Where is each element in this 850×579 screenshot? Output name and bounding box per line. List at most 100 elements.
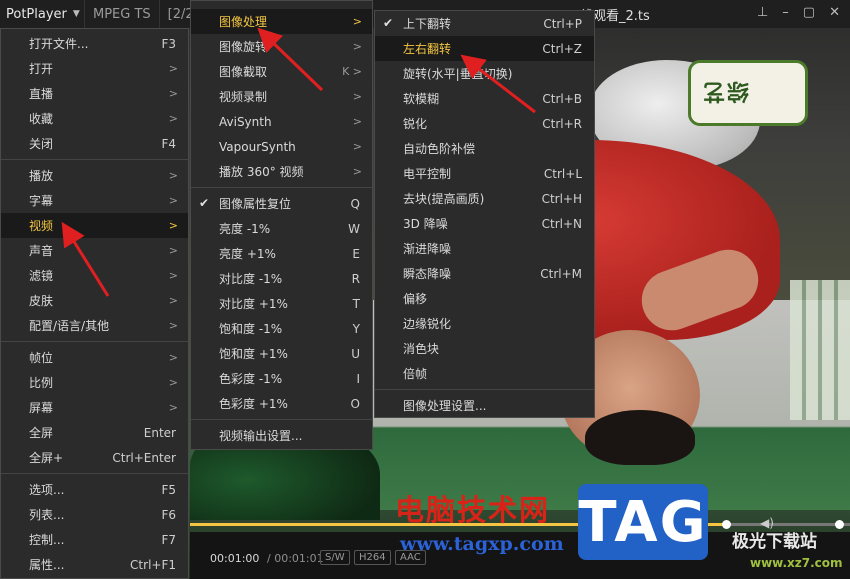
minimize-icon[interactable]: – <box>782 5 789 20</box>
menu-item-shortcut: F7 <box>161 532 176 547</box>
menu-item[interactable]: 选项... F5 <box>1 477 188 502</box>
menu-item[interactable]: 打开文件... F3 <box>1 31 188 56</box>
menu-item[interactable]: 字幕 > <box>1 188 188 213</box>
menu-item[interactable]: 亮度 -1% W <box>191 216 372 241</box>
menu-item[interactable]: 收藏 > <box>1 106 188 131</box>
codec-badge[interactable]: H264 <box>354 550 391 565</box>
menu-item-shortcut: Ctrl+H <box>541 191 582 206</box>
menu-item[interactable]: 对比度 +1% T <box>191 291 372 316</box>
menu-item-shortcut: O <box>350 396 360 411</box>
menu-item[interactable]: 旋转(水平|垂直切换) <box>375 61 594 86</box>
menu-item-shortcut: Ctrl+Enter <box>112 450 176 465</box>
menu-item[interactable]: 滤镜 > <box>1 263 188 288</box>
menu-item-shortcut: Ctrl+M <box>540 266 582 281</box>
menu-item[interactable]: 偏移 <box>375 286 594 311</box>
menu-item[interactable]: 对比度 -1% R <box>191 266 372 291</box>
menu-item-label: VapourSynth <box>219 139 296 154</box>
menu-item[interactable]: 软模糊 Ctrl+B <box>375 86 594 111</box>
menu-item[interactable]: 控制... F7 <box>1 527 188 552</box>
menu-item-shortcut: F3 <box>161 36 176 51</box>
sw-badge[interactable]: S/W <box>320 550 350 565</box>
submenu-arrow-icon: > <box>352 40 362 53</box>
submenu-arrow-icon: > <box>168 376 178 389</box>
menu-item-shortcut: Ctrl+L <box>543 166 582 181</box>
watermark-text: 电脑技术网 <box>395 493 551 527</box>
menu-item[interactable]: 播放 360° 视频 > <box>191 159 372 184</box>
format-tab[interactable]: MPEG TS <box>84 0 159 28</box>
menu-item-label: 控制... <box>29 533 65 547</box>
seek-handle[interactable] <box>722 520 731 529</box>
menu-item[interactable]: 比例 > <box>1 370 188 395</box>
menu-item[interactable]: 直播 > <box>1 81 188 106</box>
menu-item[interactable]: 倍帧 <box>375 361 594 386</box>
menu-item[interactable]: 消色块 <box>375 336 594 361</box>
menu-item[interactable]: 渐进降噪 <box>375 236 594 261</box>
submenu-arrow-icon: > <box>352 15 362 28</box>
close-icon[interactable]: ✕ <box>829 5 840 20</box>
menu-separator <box>375 389 594 390</box>
menu-item[interactable]: AviSynth > <box>191 109 372 134</box>
menu-item[interactable]: VapourSynth > <box>191 134 372 159</box>
menu-item[interactable]: 图像处理设置... <box>375 393 594 418</box>
total-time: / 00:01:01 <box>267 552 324 565</box>
maximize-icon[interactable]: ▢ <box>803 5 815 20</box>
app-menu-button[interactable]: PotPlayer ▼ <box>0 0 84 28</box>
menu-item-label: 播放 360° 视频 <box>219 165 304 179</box>
menu-item-shortcut: F4 <box>161 136 176 151</box>
menu-item[interactable]: 电平控制 Ctrl+L <box>375 161 594 186</box>
menu-item[interactable]: 全屏+ Ctrl+Enter <box>1 445 188 470</box>
menu-item[interactable]: 去块(提高画质) Ctrl+H <box>375 186 594 211</box>
menu-item[interactable]: 视频 > <box>1 213 188 238</box>
menu-item[interactable]: 自动色阶补偿 <box>375 136 594 161</box>
menu-item-label: 上下翻转 <box>403 17 452 31</box>
volume-handle[interactable] <box>835 520 844 529</box>
menu-item-label: 字幕 <box>29 194 54 208</box>
window-controls: ⊥ – ▢ ✕ <box>757 5 840 20</box>
submenu-arrow-icon: > <box>168 294 178 307</box>
main-context-menu: 打开文件... F3 打开 > 直播 > 收藏 > 关闭 F4 播放 > 字幕 > 视频 > 声音 > 滤镜 > 皮肤 >… <box>0 28 189 579</box>
menu-item[interactable]: 亮度 +1% E <box>191 241 372 266</box>
menu-item[interactable]: 播放 > <box>1 163 188 188</box>
menu-item-shortcut: W <box>348 221 360 236</box>
menu-item[interactable]: 左右翻转 Ctrl+Z <box>375 36 594 61</box>
menu-item[interactable]: 全屏 Enter <box>1 420 188 445</box>
menu-item[interactable]: ✔ 上下翻转 Ctrl+P <box>375 11 594 36</box>
menu-item-label: 左右翻转 <box>403 42 452 56</box>
submenu-arrow-icon: > <box>168 169 178 182</box>
video-scene-person-hair <box>585 410 695 465</box>
menu-item[interactable]: 饱和度 +1% U <box>191 341 372 366</box>
menu-item[interactable]: 3D 降噪 Ctrl+N <box>375 211 594 236</box>
submenu-arrow-icon: K > <box>342 65 362 78</box>
pin-icon[interactable]: ⊥ <box>757 5 768 20</box>
menu-item-label: 直播 <box>29 87 54 101</box>
menu-item-label: AviSynth <box>219 114 272 129</box>
menu-item-label: 全屏 <box>29 426 54 440</box>
menu-item[interactable]: 屏幕 > <box>1 395 188 420</box>
menu-item[interactable]: 图像截取 K > <box>191 59 372 84</box>
menu-item[interactable]: 锐化 Ctrl+R <box>375 111 594 136</box>
menu-item[interactable]: 图像旋转 > <box>191 34 372 59</box>
menu-item[interactable]: 色彩度 -1% I <box>191 366 372 391</box>
menu-item[interactable]: 声音 > <box>1 238 188 263</box>
menu-item[interactable]: 列表... F6 <box>1 502 188 527</box>
watermark-site2-url: www.xz7.com <box>750 556 843 570</box>
menu-item[interactable]: 图像处理 > <box>191 9 372 34</box>
menu-item-label: 选项... <box>29 483 65 497</box>
menu-item[interactable]: 配置/语言/其他 > <box>1 313 188 338</box>
menu-item[interactable]: 属性... Ctrl+F1 <box>1 552 188 577</box>
menu-item[interactable]: 打开 > <box>1 56 188 81</box>
menu-item-label: 比例 <box>29 376 54 390</box>
menu-item[interactable]: 视频输出设置... <box>191 423 372 448</box>
menu-item[interactable]: 色彩度 +1% O <box>191 391 372 416</box>
menu-item-label: 屏幕 <box>29 401 54 415</box>
menu-item[interactable]: 边缘锐化 <box>375 311 594 336</box>
menu-item[interactable]: 帧位 > <box>1 345 188 370</box>
menu-item[interactable]: 关闭 F4 <box>1 131 188 156</box>
menu-item-shortcut: Q <box>350 196 360 211</box>
watermark-tag-logo: TAG <box>578 484 708 560</box>
menu-item[interactable]: ✔ 图像属性复位 Q <box>191 191 372 216</box>
menu-item[interactable]: 瞬态降噪 Ctrl+M <box>375 261 594 286</box>
menu-item[interactable]: 皮肤 > <box>1 288 188 313</box>
menu-item[interactable]: 饱和度 -1% Y <box>191 316 372 341</box>
menu-item[interactable]: 视频录制 > <box>191 84 372 109</box>
